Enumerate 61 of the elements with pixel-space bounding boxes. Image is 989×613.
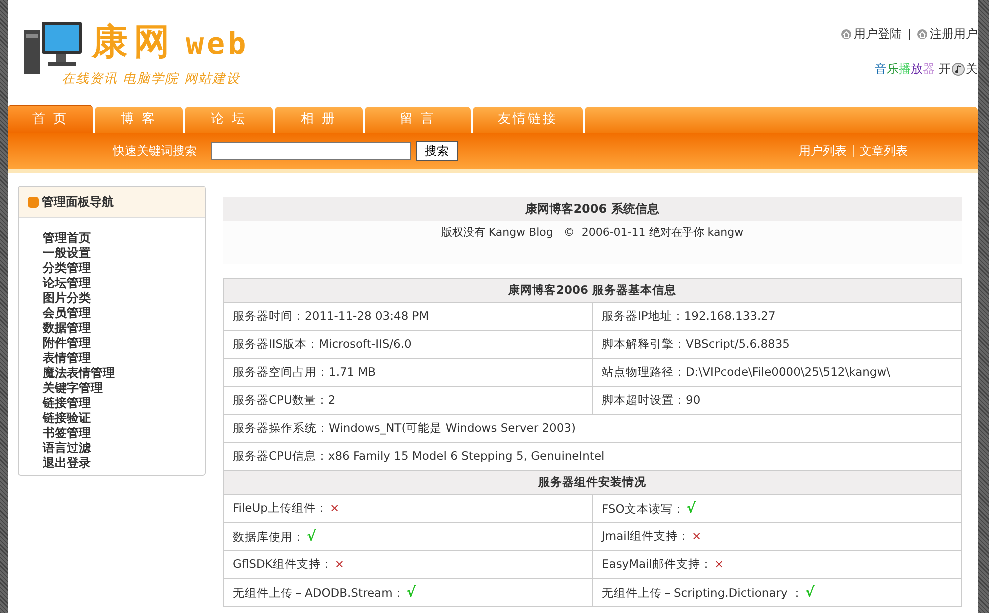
sidebar-item[interactable]: 书签管理 [43,426,205,441]
section-header: 康网博客2006 服务器基本信息 [224,278,962,302]
sidebar-item[interactable]: 一般设置 [43,246,205,261]
user-link[interactable]: 注册用户 [930,26,978,43]
home-icon [917,29,928,40]
table-cell: 站点物理路径：D:\VIPcode\File0000\25\512\kangw\ [592,358,962,386]
sidebar-item[interactable]: 关键字管理 [43,381,205,396]
sidebar-item[interactable]: 附件管理 [43,336,205,351]
table-cell: 数据库使用：√ [224,522,592,550]
sidebar-item[interactable]: 数据管理 [43,321,205,336]
table-cell: 无组件上传－ADODB.Stream：√ [224,578,592,606]
sidebar-item[interactable]: 会员管理 [43,306,205,321]
home-icon [841,29,852,40]
logo-title: 康网 [92,21,176,65]
sidebar-item[interactable]: 分类管理 [43,261,205,276]
logo-web: web [186,27,250,62]
support-mark: √ [307,528,316,544]
sidebar-item[interactable]: 管理首页 [43,231,205,246]
music-note-icon [952,63,965,76]
sidebar-item[interactable]: 图片分类 [43,291,205,306]
search-button[interactable]: 搜索 [416,141,458,161]
support-mark: √ [686,500,696,516]
section-header: 康网博客2006 系统信息 [223,197,962,221]
sidebar-item[interactable]: 语言过滤 [43,441,205,456]
table-cell: FSO文本读写：√ [592,494,962,522]
music-on-link[interactable]: 开 [939,61,951,78]
sidebar-item[interactable]: 魔法表情管理 [43,366,205,381]
table-cell: 脚本超时设置：90 [592,386,962,414]
table-cell: GflSDK组件支持： × [224,550,592,578]
table-cell: Jmail组件支持： × [592,522,962,550]
logo-slogan: 在线资讯 电脑学院 网站建设 [62,71,242,88]
table-cell: 服务器时间：2011-11-28 03:48 PM [224,302,592,330]
music-player-label: 音乐播放器 [875,61,935,78]
support-mark: × [330,501,340,515]
user-link[interactable]: 用户登陆 [854,26,902,43]
music-off-link[interactable]: 关 [966,61,978,78]
support-mark: × [334,557,344,571]
table-cell: 服务器IIS版本：Microsoft-IIS/6.0 [224,330,592,358]
sidebar-item[interactable]: 表情管理 [43,351,205,366]
support-mark: × [714,557,724,571]
table-cell: 脚本解释引擎：VBScript/5.6.8835 [592,330,962,358]
search-field[interactable] [211,142,411,160]
support-mark: √ [805,584,815,600]
support-mark: √ [406,584,416,600]
panel-icon [28,196,39,208]
sidebar-item[interactable]: 论坛管理 [43,276,205,291]
sidebar-title: 管理面板导航 [42,194,114,210]
search-label: 快速关键词搜索 [113,142,197,160]
table-cell: FileUp上传组件： × [224,494,592,522]
sidebar-item[interactable]: 链接管理 [43,396,205,411]
section-header: 服务器组件安装情况 [224,470,962,494]
copyright-text: 版权没有 Kangw Blog © 2006-01-11 绝对在乎你 kangw [440,225,745,240]
table-cell: 服务器空间占用：1.71 MB [224,358,592,386]
table-cell: 服务器CPU数量：2 [224,386,592,414]
table-cell: 服务器IP地址：192.168.133.27 [592,302,962,330]
sidebar-item[interactable]: 退出登录 [43,456,205,471]
table-cell: EasyMail邮件支持： × [592,550,962,578]
table-cell: 服务器操作系统：Windows_NT(可能是 Windows Server 2003) [224,414,962,442]
table-cell: 无组件上传－Scripting.Dictionary ：√ [592,578,962,606]
support-mark: × [692,529,702,543]
sidebar-item[interactable]: 链接验证 [43,411,205,426]
